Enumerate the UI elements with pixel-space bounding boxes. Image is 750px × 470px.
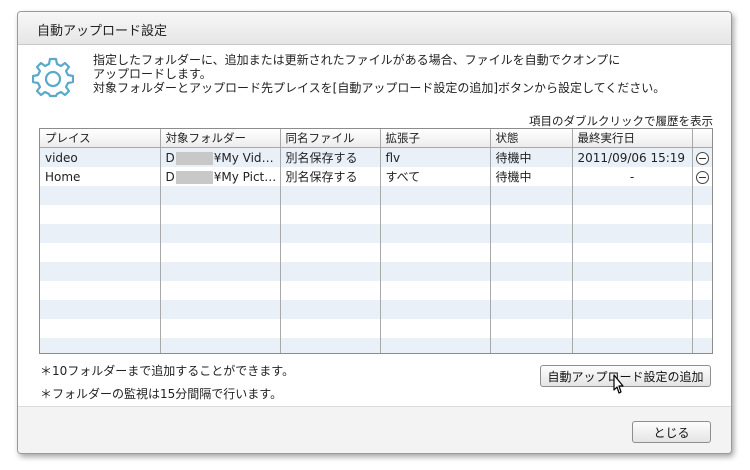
- empty-row: [40, 300, 712, 319]
- dialog-footer: [18, 407, 731, 453]
- empty-row: [40, 262, 712, 281]
- empty-row: [40, 319, 712, 338]
- table-row[interactable]: Home D ¥My Pictu... 別名保存する すべて 待機中 -: [40, 167, 712, 186]
- cell-same-name: 別名保存する: [280, 167, 381, 186]
- empty-row: [40, 281, 712, 300]
- mouse-cursor-icon: [613, 374, 624, 394]
- gear-icon: [32, 57, 74, 98]
- table-header: プレイス 対象フォルダー 同名ファイル 拡張子 状態 最終実行日: [40, 129, 712, 148]
- cell-status: 待機中: [490, 167, 573, 186]
- dialog-title: 自動アップロード設定: [37, 24, 168, 39]
- notes: ＊10フォルダーまで追加することができます。 ＊フォルダーの監視は15分間隔で行…: [40, 364, 294, 410]
- empty-row: [40, 338, 712, 353]
- note-folder-limit: ＊10フォルダーまで追加することができます。: [40, 364, 295, 378]
- column-header-extension[interactable]: 拡張子: [380, 129, 491, 148]
- upload-settings-table[interactable]: プレイス 対象フォルダー 同名ファイル 拡張子 状態 最終実行日 video D…: [39, 128, 713, 354]
- description-line: アップロードします。: [93, 67, 212, 81]
- double-click-hint: 項目のダブルクリックで履歴を表示: [529, 114, 713, 128]
- dialog-titlebar[interactable]: 自動アップロード設定: [18, 12, 731, 45]
- column-header-actions: [692, 129, 712, 148]
- masked-path: [175, 170, 213, 184]
- remove-icon[interactable]: [695, 170, 709, 184]
- column-header-folder[interactable]: 対象フォルダー: [160, 129, 281, 148]
- column-header-same-name[interactable]: 同名ファイル: [280, 129, 381, 148]
- remove-icon[interactable]: [695, 151, 709, 165]
- cell-folder: D ¥My Pictu...: [160, 167, 281, 186]
- cell-remove: [692, 167, 712, 186]
- folder-drive: D: [165, 169, 175, 184]
- empty-row: [40, 205, 712, 224]
- cell-extension: すべて: [380, 167, 491, 186]
- empty-row: [40, 186, 712, 205]
- masked-path: [175, 151, 213, 165]
- description-line: 対象フォルダーとアップロード先プレイスを[自動アップロード設定の追加]ボタンから…: [93, 81, 666, 95]
- table-row[interactable]: video D ¥My Vide... 別名保存する flv 待機中 2011/0…: [40, 147, 712, 167]
- cell-folder: D ¥My Vide...: [160, 147, 281, 167]
- cell-last-run: 2011/09/06 15:19: [572, 147, 693, 167]
- cell-remove: [692, 147, 712, 167]
- cell-place: video: [40, 147, 161, 167]
- cell-status: 待機中: [490, 147, 573, 167]
- cell-last-run: -: [572, 167, 693, 186]
- auto-upload-dialog: 自動アップロード設定 指定したフォルダーに、追加または更新されたファイルがある場…: [17, 11, 732, 454]
- column-header-last-run[interactable]: 最終実行日: [572, 129, 693, 148]
- empty-row: [40, 224, 712, 243]
- description-line: 指定したフォルダーに、追加または更新されたファイルがある場合、ファイルを自動でク…: [93, 53, 621, 67]
- folder-path: ¥My Pictu...: [213, 169, 280, 184]
- note-monitor-interval: ＊フォルダーの監視は15分間隔で行います。: [40, 387, 283, 401]
- empty-row: [40, 243, 712, 262]
- cell-same-name: 別名保存する: [280, 147, 381, 167]
- cell-extension: flv: [380, 147, 491, 167]
- column-header-place[interactable]: プレイス: [40, 129, 161, 148]
- description: 指定したフォルダーに、追加または更新されたファイルがある場合、ファイルを自動でク…: [93, 53, 718, 95]
- folder-path: ¥My Vide...: [213, 150, 280, 165]
- cell-place: Home: [40, 167, 161, 186]
- folder-drive: D: [165, 150, 175, 165]
- column-header-status[interactable]: 状態: [490, 129, 573, 148]
- close-button[interactable]: とじる: [632, 421, 711, 443]
